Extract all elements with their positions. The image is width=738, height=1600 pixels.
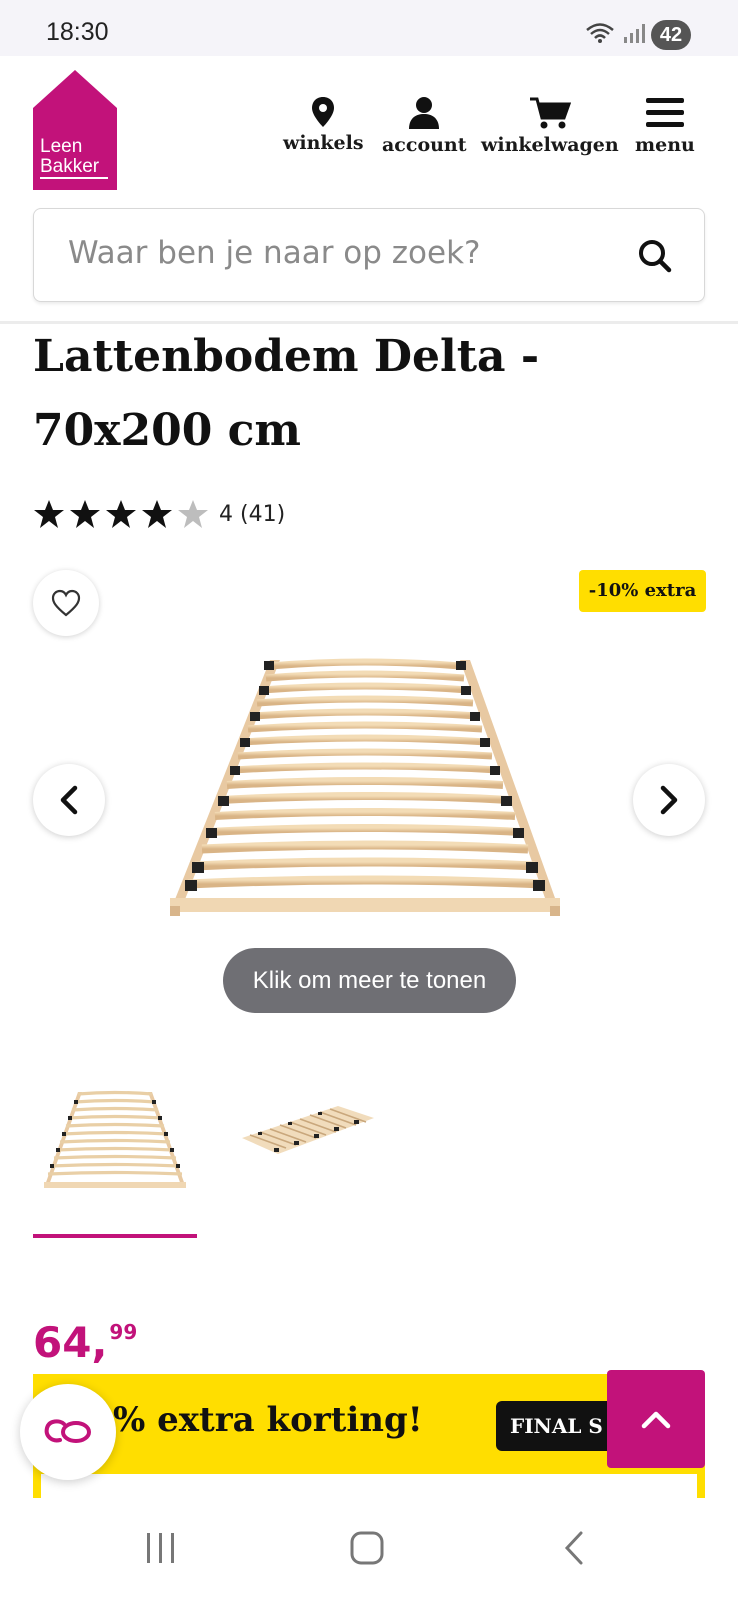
user-icon [409,97,440,129]
star-filled-icon [106,500,136,528]
system-nav-bar [0,1500,738,1600]
nav-label: menu [635,134,695,156]
shopping-cart-icon [529,97,571,129]
nav-label: winkelwagen [481,134,619,156]
price-cents: 99 [109,1320,138,1344]
thumbnail-2[interactable] [238,1088,378,1198]
chevron-up-icon [641,1411,671,1429]
site-header: Leen Bakker winkels account winkelwagen [0,56,738,324]
scroll-to-top-button[interactable] [607,1370,705,1468]
nav-winkelwagen[interactable]: winkelwagen [481,96,619,156]
thumbnail-1[interactable] [40,1088,190,1198]
search-icon[interactable] [630,231,680,281]
svg-text:Bakker: Bakker [40,156,100,177]
star-empty-icon [178,500,208,528]
status-time: 18:30 [46,18,109,46]
promo-banner-text: % extra korting! [113,1400,423,1440]
chevron-left-icon [60,785,78,815]
svg-text:Leen: Leen [40,136,82,157]
search-input[interactable] [68,235,608,271]
home-icon[interactable] [349,1530,385,1566]
promo-badge: -10% extra [579,570,706,612]
nav-label: account [382,134,467,156]
favorite-button[interactable] [33,570,99,636]
search-box [33,208,705,302]
price-main: 64, [33,1318,108,1367]
chat-logo-icon [44,1419,91,1443]
recent-apps-icon[interactable] [144,1530,178,1566]
heart-icon [51,589,81,617]
location-pin-icon [312,97,335,127]
nav-label: winkels [283,132,364,154]
nav-account[interactable]: account [382,96,467,156]
chat-button[interactable] [20,1384,116,1480]
status-bar: 18:30 42 [0,0,738,56]
nav-winkels[interactable]: winkels [283,96,364,154]
back-icon[interactable] [562,1530,586,1566]
gallery-prev-button[interactable] [33,764,105,836]
battery-indicator: 42 [651,20,691,50]
product-price: 64, 99 [33,1318,137,1367]
product-image[interactable] [160,650,580,950]
product-rating[interactable]: 4 (41) [33,496,285,532]
show-more-button[interactable]: Klik om meer te tonen [223,948,516,1013]
nav-menu[interactable]: menu [635,96,695,156]
gallery-next-button[interactable] [633,764,705,836]
hamburger-menu-icon [645,98,684,127]
leen-bakker-logo[interactable]: Leen Bakker [33,70,117,190]
signal-icon [624,24,645,43]
star-filled-icon [34,500,64,528]
thumbnail-active-indicator [33,1234,197,1238]
promo-banner[interactable]: % extra korting! FINAL S [33,1374,705,1474]
promo-banner-footer [33,1474,705,1498]
product-title: Lattenbodem Delta - 70x200 cm [33,331,540,456]
star-filled-icon [142,500,172,528]
rating-text: 4 (41) [219,501,286,527]
chevron-right-icon [660,785,678,815]
star-filled-icon [70,500,100,528]
wifi-icon [586,23,614,43]
